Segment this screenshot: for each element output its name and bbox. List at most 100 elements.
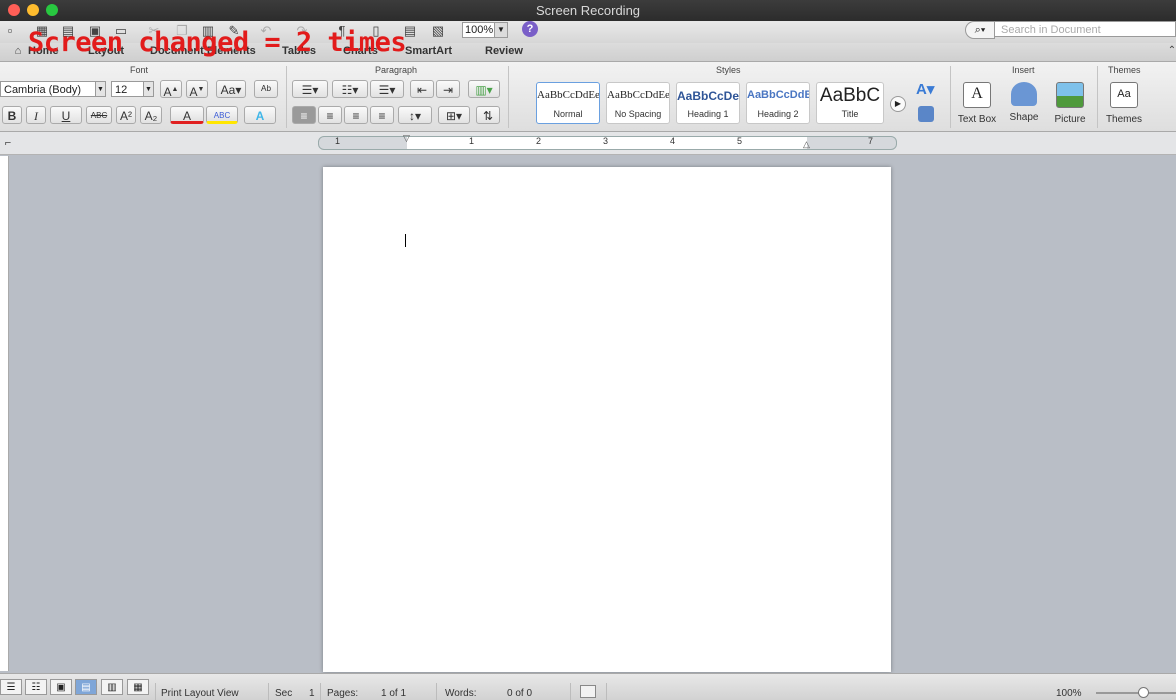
clear-formatting-button[interactable]: ᴬᵇ: [254, 80, 278, 98]
style-name: Heading 1: [687, 109, 729, 119]
words-label: Words:: [445, 688, 477, 699]
decrease-indent-button[interactable]: ⇤: [410, 80, 434, 98]
ruler-label: 5: [737, 136, 743, 146]
shape-label: Shape: [1009, 112, 1039, 123]
columns-button[interactable]: ▥▾: [468, 80, 500, 98]
print-layout-view-button[interactable]: ▤: [75, 679, 97, 695]
font-size-field[interactable]: 12: [111, 81, 144, 97]
style-no-spacing[interactable]: AaBbCcDdEe No Spacing: [606, 82, 670, 124]
change-case-button[interactable]: Aa▾: [216, 80, 246, 98]
highlight-button[interactable]: ABC: [206, 106, 238, 124]
help-icon[interactable]: ?: [522, 21, 538, 37]
styles-group-label: Styles: [716, 65, 741, 75]
paragraph-group-label: Paragraph: [375, 65, 418, 75]
picture-button[interactable]: Picture: [1047, 80, 1093, 128]
status-separator: [436, 683, 437, 700]
multilevel-list-button[interactable]: ☰▾: [370, 80, 404, 98]
zoom-field[interactable]: 100%: [462, 22, 496, 38]
justify-button[interactable]: ≡: [370, 106, 394, 124]
notebook-view-button[interactable]: ▥: [101, 679, 123, 695]
bold-button[interactable]: B: [2, 106, 22, 124]
numbering-button[interactable]: ☷▾: [332, 80, 368, 98]
zoom-dropdown-icon[interactable]: ▼: [494, 22, 508, 38]
font-group-label: Font: [130, 65, 149, 75]
window-title: Screen Recording: [535, 3, 641, 18]
style-title[interactable]: AaBbC Title: [816, 82, 884, 124]
ruler-label: 2: [536, 136, 542, 146]
tab-selector-icon[interactable]: ⌐: [0, 135, 16, 151]
ruler-label: 1: [335, 136, 341, 146]
sort-button[interactable]: ⇅: [476, 106, 500, 124]
italic-button[interactable]: I: [26, 106, 46, 124]
screen-change-overlay: Screen changed = 2 times: [28, 27, 407, 58]
increase-indent-button[interactable]: ⇥: [436, 80, 460, 98]
outline-view-button[interactable]: ☷: [25, 679, 47, 695]
style-normal[interactable]: AaBbCcDdEe Normal: [536, 82, 600, 124]
shape-button[interactable]: Shape: [1001, 80, 1047, 128]
style-sample: AaBbCcDdEe: [747, 89, 809, 101]
picture-label: Picture: [1054, 114, 1086, 125]
status-separator: [268, 683, 269, 700]
status-separator: [155, 683, 156, 700]
shrink-font-button[interactable]: A▼: [186, 80, 208, 99]
style-sample: AaBbCcDdEe: [607, 89, 669, 101]
align-left-button[interactable]: ≡: [292, 106, 316, 124]
styles-next-icon[interactable]: ▶: [890, 96, 906, 112]
pages-label: Pages:: [327, 688, 359, 699]
new-document-icon[interactable]: ▫: [2, 23, 18, 39]
themes-group-label: Themes: [1108, 65, 1141, 75]
draft-view-button[interactable]: ☰: [0, 679, 22, 695]
style-name: No Spacing: [614, 109, 662, 119]
grow-font-button[interactable]: A▲: [160, 80, 182, 99]
line-spacing-button[interactable]: ↕▾: [398, 106, 432, 124]
borders-button[interactable]: ⊞▾: [438, 106, 470, 124]
group-separator: [286, 66, 287, 128]
words-value: 0 of 0: [507, 688, 533, 699]
search-input[interactable]: Search in Document: [995, 21, 1176, 37]
right-indent-marker[interactable]: △: [803, 139, 810, 150]
strikethrough-button[interactable]: ABC: [86, 106, 112, 124]
publishing-view-button[interactable]: ▣: [50, 679, 72, 695]
tab-review[interactable]: Review: [485, 45, 523, 57]
text-cursor: [405, 234, 406, 247]
collapse-ribbon-icon[interactable]: ⌃: [1164, 43, 1176, 59]
align-center-button[interactable]: ≡: [318, 106, 342, 124]
themes-label: Themes: [1105, 114, 1143, 125]
style-name: Title: [841, 109, 859, 119]
ruler-label: 4: [670, 136, 676, 146]
font-name-field[interactable]: Cambria (Body): [0, 81, 96, 97]
shape-icon: [1011, 82, 1037, 106]
group-separator: [1097, 66, 1098, 128]
search-icon[interactable]: ⌕▾: [965, 21, 995, 39]
status-separator: [320, 683, 321, 700]
subscript-button[interactable]: A₂: [140, 106, 162, 124]
picture-icon: [1056, 82, 1084, 108]
horizontal-ruler[interactable]: 1 1 2 3 4 5 7 ▽ △: [318, 133, 897, 150]
vertical-ruler[interactable]: [0, 156, 9, 671]
align-right-button[interactable]: ≡: [344, 106, 368, 124]
document-page[interactable]: [323, 167, 891, 672]
superscript-button[interactable]: A²: [116, 106, 136, 124]
quick-styles-icon[interactable]: A▾: [916, 80, 940, 98]
zoom-slider-track[interactable]: [1096, 692, 1176, 694]
text-effects-button[interactable]: A: [244, 106, 276, 124]
style-heading-1[interactable]: AaBbCcDe Heading 1: [676, 82, 740, 124]
font-name-dropdown-icon[interactable]: ▼: [95, 81, 106, 97]
insert-group-label: Insert: [1012, 65, 1035, 75]
status-separator: [570, 683, 571, 700]
font-color-button[interactable]: A: [170, 106, 204, 124]
text-box-button[interactable]: A Text Box: [954, 80, 1000, 128]
spelling-check-icon[interactable]: [580, 685, 596, 698]
full-screen-view-button[interactable]: ▦: [127, 679, 149, 695]
underline-button[interactable]: U: [50, 106, 82, 124]
themes-button[interactable]: Aa Themes: [1101, 80, 1147, 128]
themes-icon: Aa: [1110, 82, 1138, 108]
bullets-button[interactable]: ☰▾: [292, 80, 328, 98]
first-line-indent-marker[interactable]: ▽: [403, 133, 410, 144]
media-browser-icon[interactable]: ▧: [430, 23, 446, 39]
font-size-dropdown-icon[interactable]: ▼: [143, 81, 154, 97]
tab-smartart[interactable]: SmartArt: [405, 45, 452, 57]
style-heading-2[interactable]: AaBbCcDdEe Heading 2: [746, 82, 810, 124]
zoom-slider-thumb[interactable]: [1138, 687, 1149, 698]
styles-pane-icon[interactable]: [918, 106, 934, 122]
